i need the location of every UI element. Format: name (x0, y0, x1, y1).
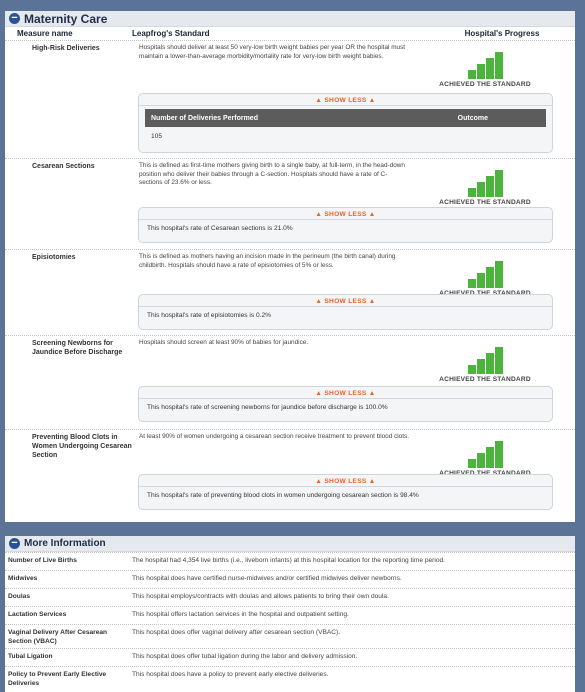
progress-indicator: ACHIEVED THE STANDARD (425, 169, 545, 206)
progress-bars-icon (425, 346, 545, 374)
progress-bars-icon (425, 51, 545, 79)
detail-text: This hospital's rate of episiotomies is … (147, 312, 272, 319)
info-value: This hospital employs/contracts with dou… (132, 593, 389, 600)
measure-row: Screening Newborns for Jaundice Before D… (5, 335, 575, 429)
detail-text: This hospital's rate of preventing blood… (147, 492, 419, 499)
info-row: Policy to Prevent Early Elective Deliver… (5, 666, 575, 690)
detail-col-deliveries: Number of Deliveries Performed (151, 114, 258, 122)
progress-label: ACHIEVED THE STANDARD (439, 199, 531, 206)
show-less-toggle[interactable]: ▲ SHOW LESS ▲ (139, 208, 552, 220)
info-value: This hospital does have certified nurse-… (132, 575, 402, 582)
info-key: Number of Live Births (8, 557, 77, 564)
info-row: Number of Live Births The hospital had 4… (5, 552, 575, 570)
measure-row: Preventing Blood Clots in Women Undergoi… (5, 429, 575, 521)
info-value: This hospital does offer tubal ligation … (132, 653, 358, 660)
collapse-icon[interactable]: − (9, 538, 20, 549)
col-progress: Hospital's Progress (464, 29, 540, 38)
measure-row: Cesarean Sections This is defined as fir… (5, 158, 575, 249)
info-row: Tubal Ligation This hospital does offer … (5, 648, 575, 666)
info-row: Doulas This hospital employs/contracts w… (5, 588, 575, 606)
detail-box: ▲ SHOW LESS ▲ This hospital's rate of ep… (138, 294, 553, 330)
measure-name: Preventing Blood Clots in Women Undergoi… (32, 434, 132, 459)
measure-standard: This is defined as mothers having an inc… (139, 253, 396, 269)
col-measure: Measure name (17, 29, 73, 38)
collapse-icon[interactable]: − (9, 13, 20, 24)
column-headers: Measure name Leapfrog's Standard Hospita… (5, 27, 575, 40)
col-standard: Leapfrog's Standard (132, 29, 210, 38)
info-row: Lactation Services This hospital offers … (5, 606, 575, 624)
show-less-toggle[interactable]: ▲ SHOW LESS ▲ (139, 94, 552, 106)
measure-standard: At least 90% of women undergoing a cesar… (139, 433, 409, 440)
detail-box: ▲ SHOW LESS ▲ This hospital's rate of sc… (138, 386, 553, 422)
progress-bars-icon (425, 260, 545, 288)
info-key: Lactation Services (8, 611, 67, 618)
more-information-panel: − More Information Number of Live Births… (5, 536, 575, 692)
progress-label: ACHIEVED THE STANDARD (439, 376, 531, 383)
show-less-toggle[interactable]: ▲ SHOW LESS ▲ (139, 295, 552, 307)
progress-label: ACHIEVED THE STANDARD (439, 81, 531, 88)
detail-table-header: Number of Deliveries Performed Outcome (145, 109, 546, 127)
section-title: Maternity Care (24, 11, 108, 26)
measure-standard: Hospitals should screen at least 90% of … (139, 339, 309, 346)
info-key: Tubal Ligation (8, 653, 53, 660)
progress-indicator: ACHIEVED THE STANDARD (425, 440, 545, 477)
measure-standard: Hospitals should deliver at least 50 ver… (139, 44, 406, 60)
detail-box: ▲ SHOW LESS ▲ Number of Deliveries Perfo… (138, 93, 553, 153)
measure-name: High-Risk Deliveries (32, 45, 100, 52)
maternity-care-panel: − Maternity Care Measure name Leapfrog's… (5, 11, 575, 522)
info-key: Midwives (8, 575, 38, 582)
measure-name: Cesarean Sections (32, 163, 95, 170)
info-row: Midwives This hospital does have certifi… (5, 570, 575, 588)
info-value: This hospital offers lactation services … (132, 611, 349, 618)
info-key: Policy to Prevent Early Elective Deliver… (8, 671, 107, 687)
detail-col-outcome: Outcome (457, 114, 488, 122)
info-key: Doulas (8, 593, 30, 600)
detail-box: ▲ SHOW LESS ▲ This hospital's rate of pr… (138, 474, 553, 510)
detail-text: This hospital's rate of screening newbor… (147, 404, 388, 411)
info-row: Vaginal Delivery After Cesarean Section … (5, 624, 575, 648)
info-value: This hospital does have a policy to prev… (132, 671, 329, 678)
progress-indicator: ACHIEVED THE STANDARD (425, 260, 545, 297)
progress-bars-icon (425, 440, 545, 468)
more-information-header[interactable]: − More Information (5, 536, 575, 552)
section-title: More Information (24, 538, 106, 549)
detail-box: ▲ SHOW LESS ▲ This hospital's rate of Ce… (138, 207, 553, 243)
show-less-toggle[interactable]: ▲ SHOW LESS ▲ (139, 475, 552, 487)
measure-row: High-Risk Deliveries Hospitals should de… (5, 40, 575, 158)
info-value: This hospital does offer vaginal deliver… (132, 629, 341, 636)
progress-bars-icon (425, 169, 545, 197)
info-key: Vaginal Delivery After Cesarean Section … (8, 629, 108, 645)
measure-name: Episiotomies (32, 254, 76, 261)
info-value: The hospital had 4,354 live births (i.e.… (132, 557, 446, 564)
progress-indicator: ACHIEVED THE STANDARD (425, 346, 545, 383)
measure-standard: This is defined as first-time mothers gi… (139, 162, 405, 186)
maternity-care-header[interactable]: − Maternity Care (5, 11, 575, 27)
measure-row: Episiotomies This is defined as mothers … (5, 249, 575, 335)
measure-name: Screening Newborns for Jaundice Before D… (32, 340, 123, 356)
detail-value: 105 (151, 133, 163, 140)
detail-text: This hospital's rate of Cesarean section… (147, 225, 293, 232)
show-less-toggle[interactable]: ▲ SHOW LESS ▲ (139, 387, 552, 399)
progress-indicator: ACHIEVED THE STANDARD (425, 51, 545, 88)
